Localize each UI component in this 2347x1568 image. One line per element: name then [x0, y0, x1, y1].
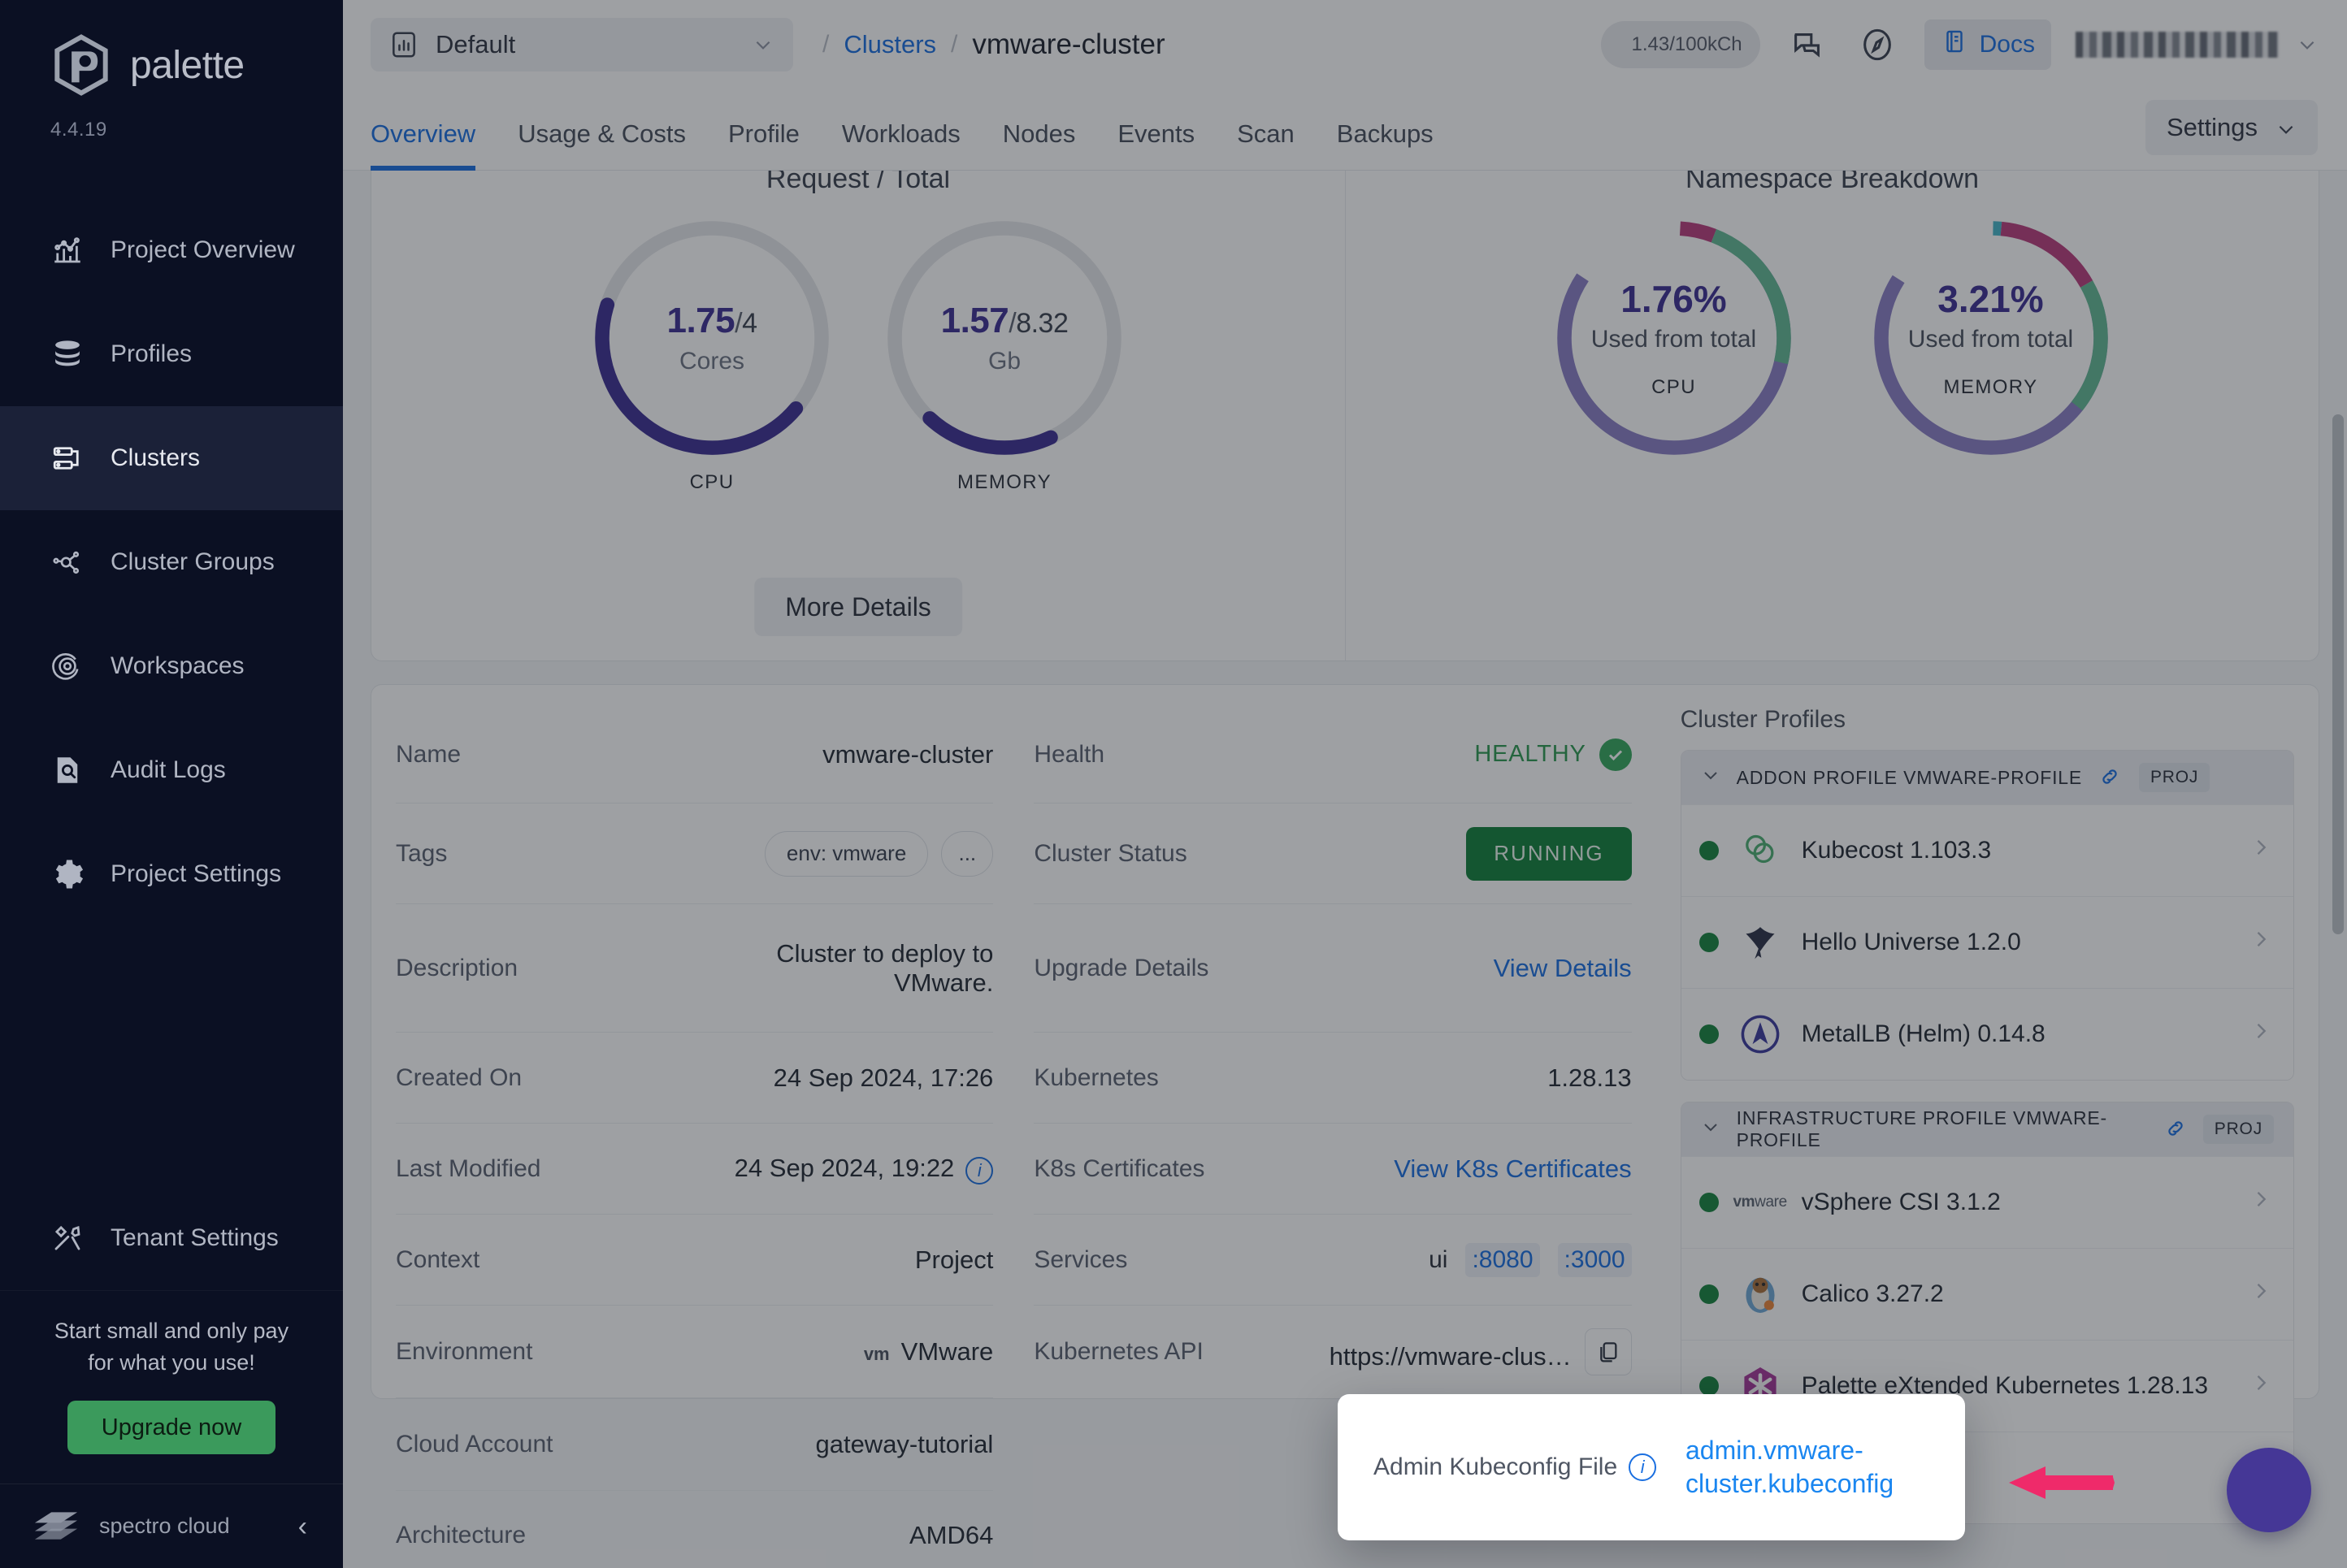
- sidebar-item-project-settings[interactable]: Project Settings: [0, 822, 343, 926]
- sidebar-item-label: Project Overview: [111, 236, 295, 264]
- sidebar-nav: Project Overview Profiles: [0, 198, 343, 926]
- sidebar-item-label: Project Settings: [111, 860, 281, 888]
- spectro-cloud-logo-icon: [33, 1509, 80, 1544]
- sidebar-item-clusters[interactable]: Clusters: [0, 406, 343, 510]
- admin-kubeconfig-label-text: Admin Kubeconfig File: [1373, 1453, 1617, 1481]
- scrollbar-thumb[interactable]: [2332, 414, 2344, 934]
- collapse-sidebar-button[interactable]: ‹: [298, 1513, 307, 1540]
- sidebar-footer: spectro cloud ‹: [0, 1484, 343, 1568]
- version-label: 4.4.19: [0, 96, 343, 141]
- stack-layers-icon: [50, 337, 85, 371]
- admin-kubeconfig-popup: Admin Kubeconfig File i admin.vmware-clu…: [1338, 1394, 1965, 1540]
- chart-bars-icon: [50, 233, 85, 267]
- document-search-icon: [50, 753, 85, 787]
- main-area: Default / Clusters / vmware-cluster 1.43…: [343, 0, 2347, 1568]
- pointer-arrow-annotation: [1960, 1454, 2115, 1511]
- info-icon[interactable]: i: [1629, 1453, 1656, 1481]
- sidebar-item-label: Audit Logs: [111, 756, 226, 784]
- nodes-graph-icon: [50, 545, 85, 579]
- brand-logo: palette: [0, 0, 343, 96]
- sidebar-item-workspaces[interactable]: Workspaces: [0, 614, 343, 718]
- app-window: palette 4.4.19 Project Overview: [0, 0, 2347, 1568]
- server-rack-icon: [50, 441, 85, 475]
- help-button[interactable]: [2227, 1448, 2311, 1532]
- promo-text: Start small and only pay for what you us…: [44, 1315, 299, 1378]
- sidebar-item-label: Profiles: [111, 340, 192, 368]
- sidebar-item-label: Workspaces: [111, 652, 245, 680]
- company-name: spectro cloud: [99, 1514, 279, 1539]
- sidebar-item-profiles[interactable]: Profiles: [0, 302, 343, 406]
- sidebar-item-label: Cluster Groups: [111, 548, 275, 576]
- palette-logo-icon: [50, 34, 112, 96]
- gear-icon: [50, 857, 85, 891]
- sidebar-item-label: Tenant Settings: [111, 1224, 279, 1252]
- upgrade-promo: Start small and only pay for what you us…: [0, 1290, 343, 1484]
- scrollbar[interactable]: [2332, 171, 2344, 1568]
- sidebar-item-label: Clusters: [111, 444, 200, 472]
- sidebar-spacer: [0, 926, 343, 1186]
- admin-kubeconfig-file-link[interactable]: admin.vmware-cluster.kubeconfig: [1685, 1434, 1929, 1501]
- sidebar-item-audit-logs[interactable]: Audit Logs: [0, 718, 343, 822]
- sidebar: palette 4.4.19 Project Overview: [0, 0, 343, 1568]
- modal-overlay[interactable]: [343, 0, 2347, 1568]
- upgrade-now-button[interactable]: Upgrade now: [67, 1401, 275, 1454]
- sidebar-item-cluster-groups[interactable]: Cluster Groups: [0, 510, 343, 614]
- orbit-icon: [50, 649, 85, 683]
- sidebar-item-project-overview[interactable]: Project Overview: [0, 198, 343, 302]
- sidebar-item-tenant-settings[interactable]: Tenant Settings: [0, 1186, 343, 1290]
- tools-icon: [50, 1221, 85, 1255]
- brand-name: palette: [130, 43, 245, 88]
- admin-kubeconfig-label: Admin Kubeconfig File i: [1373, 1453, 1656, 1481]
